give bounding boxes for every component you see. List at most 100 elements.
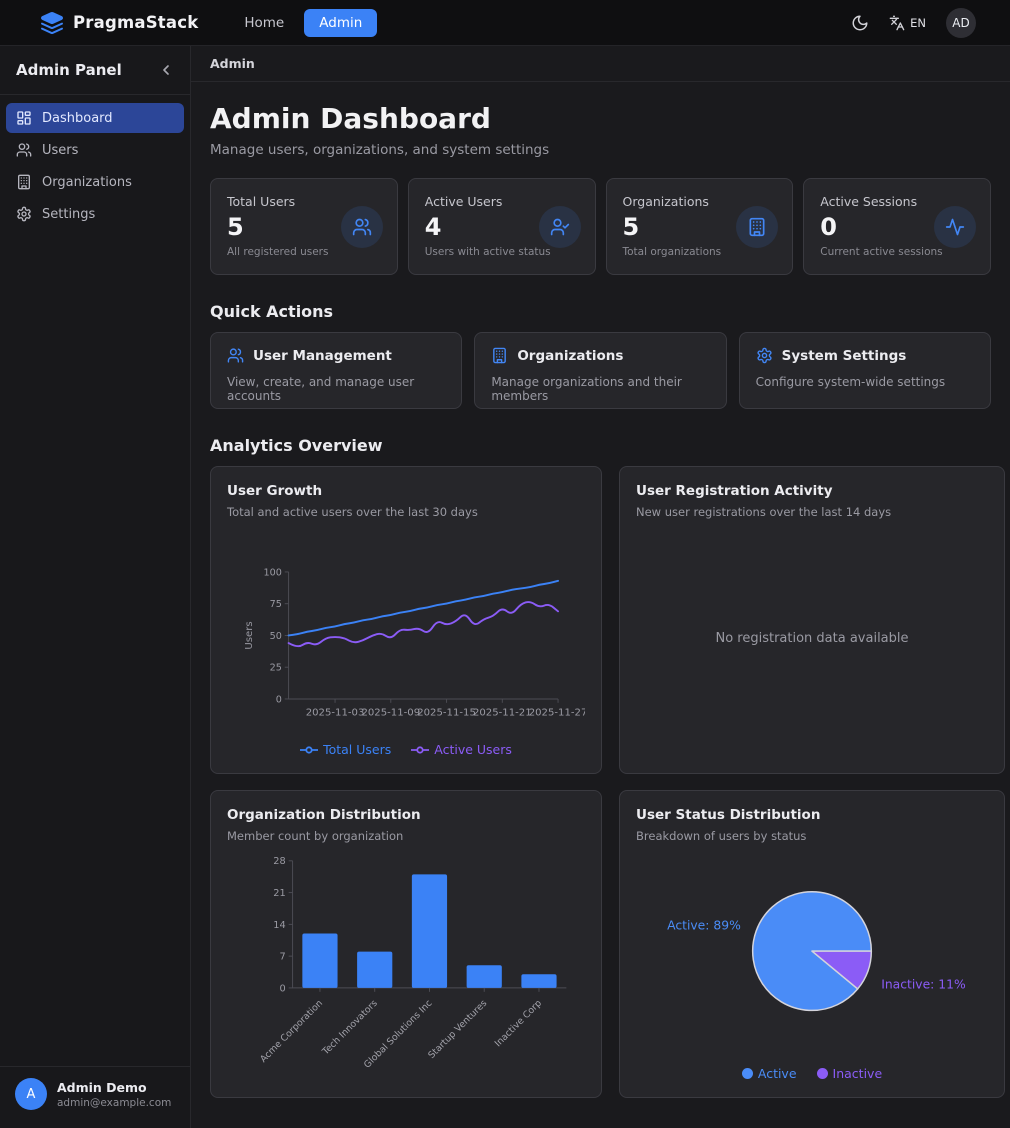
activity-icon xyxy=(934,206,976,248)
legend-item-active: Active xyxy=(742,1066,797,1081)
user-email: admin@example.com xyxy=(57,1097,171,1109)
building-icon xyxy=(736,206,778,248)
qa-description: Manage organizations and their members xyxy=(491,375,709,403)
quick-action-organizations[interactable]: Organizations Manage organizations and t… xyxy=(474,332,726,409)
stats-row: Total Users 5 All registered users Activ… xyxy=(210,178,991,275)
svg-text:2025-11-21: 2025-11-21 xyxy=(473,707,532,718)
sidebar-title: Admin Panel xyxy=(16,61,122,79)
users-icon xyxy=(227,347,244,364)
svg-text:25: 25 xyxy=(270,663,282,674)
svg-text:7: 7 xyxy=(280,951,286,962)
quick-action-user-management[interactable]: User Management View, create, and manage… xyxy=(210,332,462,409)
language-switcher[interactable]: EN xyxy=(889,15,926,31)
sidebar-user[interactable]: A Admin Demo admin@example.com xyxy=(0,1066,190,1128)
chart-title: User Growth xyxy=(227,483,585,499)
user-status-pie-chart: Active: 89%Inactive: 11% xyxy=(636,858,988,1058)
page-subtitle: Manage users, organizations, and system … xyxy=(210,142,991,158)
quick-actions-row: User Management View, create, and manage… xyxy=(210,332,991,409)
qa-description: View, create, and manage user accounts xyxy=(227,375,445,403)
breadcrumb-bar: Admin xyxy=(191,46,1010,82)
stat-card-active-users: Active Users 4 Users with active status xyxy=(408,178,596,275)
svg-text:2025-11-15: 2025-11-15 xyxy=(417,707,476,718)
legend-item-active-users: Active Users xyxy=(411,742,512,757)
chart-subtitle: New user registrations over the last 14 … xyxy=(636,505,988,519)
empty-state-message: No registration data available xyxy=(636,519,988,757)
svg-text:Inactive Corp: Inactive Corp xyxy=(493,997,544,1048)
moon-icon[interactable] xyxy=(851,14,869,32)
svg-text:0: 0 xyxy=(276,694,282,705)
charts-grid: User Growth Total and active users over … xyxy=(210,466,991,1114)
dashboard-icon xyxy=(16,110,32,126)
chart-title: User Registration Activity xyxy=(636,483,988,499)
analytics-heading: Analytics Overview xyxy=(210,436,991,455)
nav-link-admin[interactable]: Admin xyxy=(304,9,377,37)
stat-card-active-sessions: Active Sessions 0 Current active session… xyxy=(803,178,991,275)
svg-text:Acme Corporation: Acme Corporation xyxy=(258,997,325,1064)
qa-title: Organizations xyxy=(517,348,623,364)
chart-title: Organization Distribution xyxy=(227,807,585,823)
registration-activity-card: User Registration Activity New user regi… xyxy=(619,466,1005,774)
svg-text:100: 100 xyxy=(264,567,282,578)
stat-card-organizations: Organizations 5 Total organizations xyxy=(606,178,794,275)
legend-item-total-users: Total Users xyxy=(300,742,391,757)
user-growth-chart: 0 25 50 75 100 2025-11-032025-11-092025-11-15… xyxy=(227,564,585,730)
sidebar-item-organizations[interactable]: Organizations xyxy=(6,167,184,197)
legend-item-inactive: Inactive xyxy=(817,1066,883,1081)
avatar: A xyxy=(15,1078,47,1110)
brand-name: PragmaStack xyxy=(73,13,198,32)
stat-description: Current active sessions xyxy=(820,246,974,258)
sidebar-item-dashboard[interactable]: Dashboard xyxy=(6,103,184,133)
chart-title: User Status Distribution xyxy=(636,807,988,823)
layers-logo-icon xyxy=(40,11,64,35)
sidebar-nav: Dashboard Users Organizations Settings xyxy=(0,95,190,1066)
sidebar-item-label: Dashboard xyxy=(42,111,113,126)
pie-legend: Active Inactive xyxy=(742,1066,882,1081)
stat-description: All registered users xyxy=(227,246,381,258)
line-chart-legend: Total Users Active Users xyxy=(300,742,512,757)
svg-text:75: 75 xyxy=(270,599,282,610)
svg-text:Inactive: 11%: Inactive: 11% xyxy=(881,978,966,992)
languages-icon xyxy=(889,15,905,31)
svg-text:28: 28 xyxy=(273,856,285,867)
brand[interactable]: PragmaStack xyxy=(40,11,198,35)
stat-description: Users with active status xyxy=(425,246,579,258)
users-icon xyxy=(341,206,383,248)
user-name: Admin Demo xyxy=(57,1080,171,1095)
qa-description: Configure system-wide settings xyxy=(756,375,974,389)
svg-text:50: 50 xyxy=(270,631,282,642)
qa-title: System Settings xyxy=(782,348,907,364)
page-title: Admin Dashboard xyxy=(210,102,991,135)
svg-text:14: 14 xyxy=(273,919,285,930)
nav-links: Home Admin xyxy=(234,9,377,37)
quick-actions-heading: Quick Actions xyxy=(210,302,991,321)
sidebar-item-label: Organizations xyxy=(42,175,132,190)
svg-text:2025-11-03: 2025-11-03 xyxy=(306,707,365,718)
chart-subtitle: Member count by organization xyxy=(227,829,585,843)
breadcrumb[interactable]: Admin xyxy=(210,56,255,71)
user-check-icon xyxy=(539,206,581,248)
top-navbar: PragmaStack Home Admin EN AD xyxy=(0,0,1010,46)
svg-text:2025-11-27: 2025-11-27 xyxy=(529,707,585,718)
svg-text:Users: Users xyxy=(244,621,255,649)
sidebar-item-label: Users xyxy=(42,143,78,158)
user-status-card: User Status Distribution Breakdown of us… xyxy=(619,790,1005,1098)
building-icon xyxy=(16,174,32,190)
sidebar-item-users[interactable]: Users xyxy=(6,135,184,165)
users-icon xyxy=(16,142,32,158)
user-growth-card: User Growth Total and active users over … xyxy=(210,466,602,774)
stat-description: Total organizations xyxy=(623,246,777,258)
sidebar-collapse-icon[interactable] xyxy=(158,62,174,78)
svg-text:Startup Ventures: Startup Ventures xyxy=(426,997,489,1060)
chart-subtitle: Total and active users over the last 30 … xyxy=(227,505,585,519)
sidebar-item-settings[interactable]: Settings xyxy=(6,199,184,229)
svg-text:21: 21 xyxy=(273,888,285,899)
sidebar-item-label: Settings xyxy=(42,207,95,222)
svg-text:2025-11-09: 2025-11-09 xyxy=(361,707,420,718)
svg-text:Tech Innovators: Tech Innovators xyxy=(320,997,380,1057)
org-distribution-chart: 07142128Acme CorporationTech InnovatorsG… xyxy=(230,851,582,1074)
user-menu-avatar[interactable]: AD xyxy=(946,8,976,38)
nav-link-home[interactable]: Home xyxy=(234,9,294,37)
admin-sidebar: Admin Panel Dashboard Users xyxy=(0,46,191,1128)
quick-action-system-settings[interactable]: System Settings Configure system-wide se… xyxy=(739,332,991,409)
qa-title: User Management xyxy=(253,348,392,364)
